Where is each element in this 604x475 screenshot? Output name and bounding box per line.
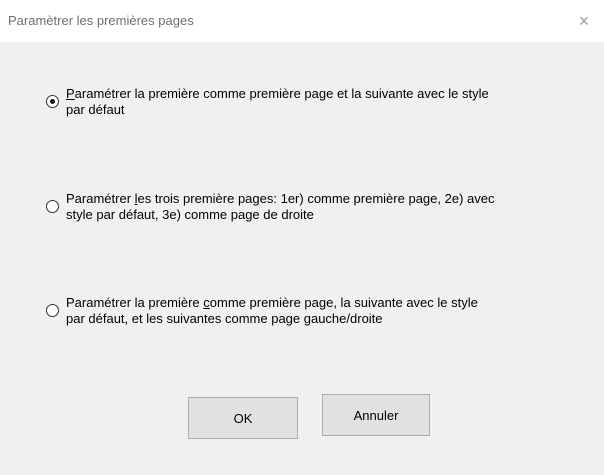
option-3-label: Paramétrer la première comme première pa… [66,295,478,326]
option-1-label: Paramétrer la première comme première pa… [66,86,489,117]
cancel-button[interactable]: Annuler [322,394,430,436]
title-bar: Paramètrer les premières pages × [0,0,604,42]
option-first-page-then-default[interactable]: Paramétrer la première comme première pa… [46,86,586,118]
dialog-title: Paramètrer les premières pages [8,13,194,28]
option-first-page-then-left-right[interactable]: Paramétrer la première comme première pa… [46,295,586,327]
option-2-label: Paramétrer les trois première pages: 1er… [66,191,495,222]
close-icon[interactable]: × [570,8,598,34]
radio-option-1[interactable] [46,95,59,108]
radio-option-3[interactable] [46,304,59,317]
mnemonic-p: P [66,86,75,101]
ok-button[interactable]: OK [188,397,298,439]
option-three-first-pages[interactable]: Paramétrer les trois première pages: 1er… [46,191,586,223]
radio-option-2[interactable] [46,200,59,213]
